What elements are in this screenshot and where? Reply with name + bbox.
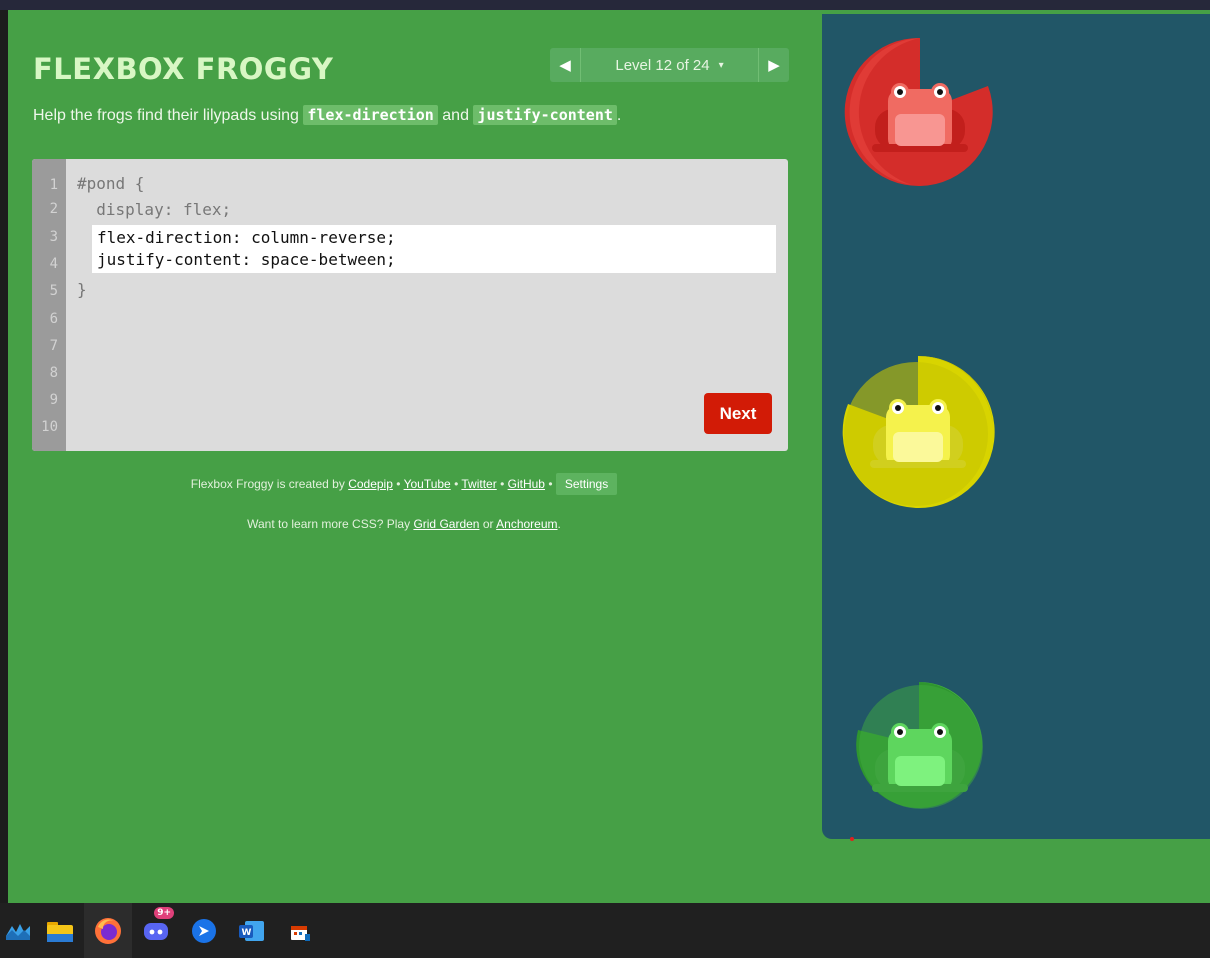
separator: • [548,477,553,491]
youtube-link[interactable]: YouTube [404,477,451,491]
separator: • [500,477,505,491]
red-frog [872,83,968,152]
next-button[interactable]: Next [704,393,772,434]
cursor-dot [850,837,854,841]
css-code-input[interactable] [92,225,776,273]
level-navigator: ◀ Level 12 of 24 ▾ ▶ [550,48,789,82]
line-number: 5 [49,283,58,299]
or-text: or [482,517,494,531]
taskbar-preview-strip [18,890,738,903]
github-link[interactable]: GitHub [508,477,545,491]
line-number: 1 [49,177,58,193]
settings-button[interactable]: Settings [555,473,618,495]
line-number: 9 [49,392,58,408]
line-number: 6 [49,311,58,327]
previous-level-button[interactable]: ◀ [550,48,581,82]
file-explorer-icon[interactable] [36,903,84,958]
twitter-link[interactable]: Twitter [461,477,496,491]
pond [822,14,1210,839]
more-css-text: Want to learn more CSS? Play [247,517,411,531]
taskbar: 9+ W [0,903,1210,958]
term-flex-direction[interactable]: flex-direction [303,105,438,125]
svg-text:W: W [242,928,252,938]
grid-garden-link[interactable]: Grid Garden [413,517,479,531]
weather-icon[interactable] [0,903,36,958]
discord-notification-badge: 9+ [154,907,174,919]
code-line-pond-close: } [77,280,87,299]
line-number: 4 [49,256,58,272]
discord-icon[interactable]: 9+ [132,903,180,958]
line-number: 8 [49,365,58,381]
line-number-gutter: 1 2 3 4 5 6 7 8 9 10 [32,159,66,451]
codepip-link[interactable]: Codepip [348,477,393,491]
code-editor: 1 2 3 4 5 6 7 8 9 10 #pond { display: fl… [32,159,788,451]
line-number: 3 [49,229,58,245]
next-level-button[interactable]: ▶ [758,48,789,82]
instructions-and: and [442,107,469,124]
window-top-bar [0,0,1210,10]
level-instructions: Help the frogs find their lilypads using… [33,105,622,125]
credits-line: Flexbox Froggy is created by Codepip • Y… [8,473,800,495]
green-frog [872,723,968,792]
code-line-display: display: flex; [77,200,232,219]
line-number: 7 [49,338,58,354]
app-icon[interactable] [180,903,228,958]
calendar-app-icon[interactable] [276,903,324,958]
level-text: Level 12 of 24 [615,56,710,74]
anchoreum-link[interactable]: Anchoreum [496,517,557,531]
instructions-text: Help the frogs find their lilypads using [33,107,299,124]
code-line-pond-open: #pond { [77,174,145,193]
term-justify-content[interactable]: justify-content [473,105,617,125]
instructions-period: . [616,107,622,124]
game-title: FLEXBOX FROGGY [33,52,334,86]
word-icon[interactable]: W [228,903,276,958]
yellow-frog [870,399,966,468]
flexbox-froggy-app: FLEXBOX FROGGY ◀ Level 12 of 24 ▾ ▶ Help… [8,10,1210,903]
caret-down-icon: ▾ [718,59,724,71]
separator: • [454,477,459,491]
firefox-icon[interactable] [84,903,132,958]
period-text: . [557,517,561,531]
separator: • [396,477,401,491]
level-indicator[interactable]: Level 12 of 24 ▾ [581,57,758,74]
more-css-line: Want to learn more CSS? Play Grid Garden… [8,517,800,531]
line-number: 2 [49,201,58,217]
credits-text: Flexbox Froggy is created by [190,477,345,491]
line-number: 10 [41,419,58,435]
